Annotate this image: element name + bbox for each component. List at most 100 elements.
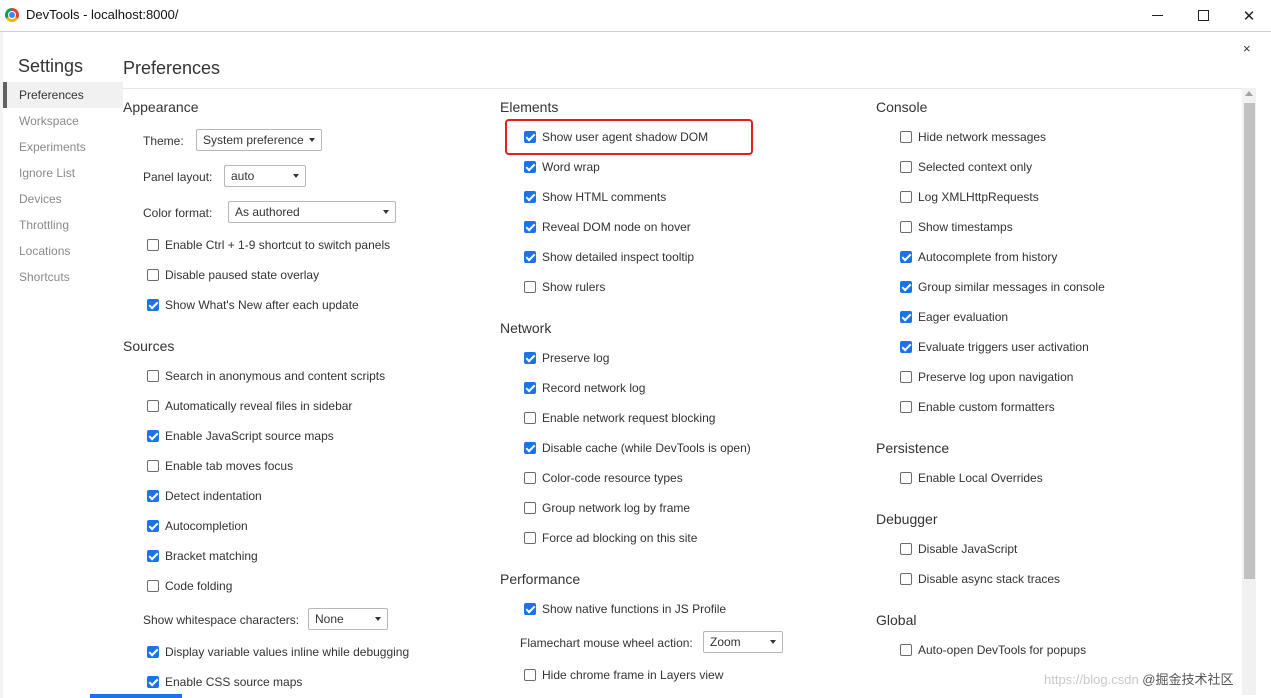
checkbox-checked[interactable] [147,676,159,688]
option-ctrl-shortcut[interactable]: Enable Ctrl + 1-9 shortcut to switch pan… [147,236,390,254]
checkbox-checked[interactable] [900,341,912,353]
option-group-similar[interactable]: Group similar messages in console [900,278,1105,296]
checkbox[interactable] [900,472,912,484]
option-user-activation[interactable]: Evaluate triggers user activation [900,338,1089,356]
checkbox[interactable] [900,191,912,203]
sidebar-item-workspace[interactable]: Workspace [3,108,123,134]
option-hide-network-messages[interactable]: Hide network messages [900,128,1046,146]
panel-layout-select[interactable]: auto [224,165,306,187]
sidebar-item-preferences[interactable]: Preferences [3,82,123,108]
option-word-wrap[interactable]: Word wrap [524,158,600,176]
option-inspect-tooltip[interactable]: Show detailed inspect tooltip [524,248,694,266]
color-format-select[interactable]: As authored [228,201,396,223]
option-preserve-log[interactable]: Preserve log [524,349,609,367]
dialog-close-button[interactable]: × [1243,41,1251,56]
option-disable-cache[interactable]: Disable cache (while DevTools is open) [524,439,751,457]
option-tab-moves-focus[interactable]: Enable tab moves focus [147,457,293,475]
checkbox[interactable] [524,502,536,514]
checkbox[interactable] [147,269,159,281]
checkbox[interactable] [524,472,536,484]
option-whats-new[interactable]: Show What's New after each update [147,296,359,314]
checkbox[interactable] [524,281,536,293]
checkbox[interactable] [900,644,912,656]
whitespace-select[interactable]: None [308,608,388,630]
option-js-source-maps[interactable]: Enable JavaScript source maps [147,427,334,445]
option-group-by-frame[interactable]: Group network log by frame [524,499,690,517]
option-reveal-files[interactable]: Automatically reveal files in sidebar [147,397,352,415]
option-custom-formatters[interactable]: Enable custom formatters [900,398,1055,416]
flamechart-select[interactable]: Zoom [703,631,783,653]
sidebar-item-throttling[interactable]: Throttling [3,212,123,238]
checkbox-checked[interactable] [147,550,159,562]
checkbox-checked[interactable] [524,442,536,454]
option-detect-indentation[interactable]: Detect indentation [147,487,262,505]
checkbox[interactable] [524,532,536,544]
option-autocompletion[interactable]: Autocompletion [147,517,248,535]
checkbox-checked[interactable] [524,221,536,233]
checkbox[interactable] [900,573,912,585]
checkbox-checked[interactable] [524,352,536,364]
checkbox[interactable] [147,239,159,251]
checkbox-checked[interactable] [147,520,159,532]
option-selected-context[interactable]: Selected context only [900,158,1032,176]
checkbox-checked[interactable] [147,299,159,311]
checkbox[interactable] [524,669,536,681]
checkbox-checked[interactable] [147,430,159,442]
option-bracket-matching[interactable]: Bracket matching [147,547,258,565]
checkbox-checked[interactable] [524,191,536,203]
option-async-stack-traces[interactable]: Disable async stack traces [900,570,1060,588]
option-native-functions[interactable]: Show native functions in JS Profile [524,600,726,618]
checkbox-checked[interactable] [147,490,159,502]
checkbox[interactable] [900,221,912,233]
scrollbar-thumb[interactable] [1244,103,1255,579]
checkbox-checked[interactable] [524,161,536,173]
checkbox[interactable] [900,371,912,383]
option-hide-chrome-frame[interactable]: Hide chrome frame in Layers view [524,666,723,684]
sidebar-item-shortcuts[interactable]: Shortcuts [3,264,123,290]
option-eager-evaluation[interactable]: Eager evaluation [900,308,1008,326]
checkbox-checked[interactable] [524,603,536,615]
option-disable-javascript[interactable]: Disable JavaScript [900,540,1017,558]
checkbox-checked[interactable] [524,382,536,394]
option-color-code-types[interactable]: Color-code resource types [524,469,683,487]
option-disable-paused-overlay[interactable]: Disable paused state overlay [147,266,319,284]
sidebar-item-locations[interactable]: Locations [3,238,123,264]
theme-select[interactable]: System preference [196,129,322,151]
checkbox[interactable] [900,401,912,413]
window-close-button[interactable]: ✕ [1226,0,1271,31]
sidebar-item-experiments[interactable]: Experiments [3,134,123,160]
checkbox[interactable] [900,543,912,555]
checkbox[interactable] [524,412,536,424]
option-show-rulers[interactable]: Show rulers [524,278,605,296]
option-local-overrides[interactable]: Enable Local Overrides [900,469,1043,487]
checkbox[interactable] [147,400,159,412]
minimize-button[interactable] [1134,0,1180,31]
option-autocomplete-history[interactable]: Autocomplete from history [900,248,1057,266]
checkbox-checked[interactable] [524,251,536,263]
sidebar-item-devices[interactable]: Devices [3,186,123,212]
option-css-source-maps[interactable]: Enable CSS source maps [147,673,302,691]
checkbox-checked[interactable] [900,311,912,323]
option-reveal-dom-node[interactable]: Reveal DOM node on hover [524,218,691,236]
checkbox-checked[interactable] [900,281,912,293]
maximize-button[interactable] [1180,0,1226,31]
option-html-comments[interactable]: Show HTML comments [524,188,666,206]
checkbox[interactable] [147,370,159,382]
option-log-xhr[interactable]: Log XMLHttpRequests [900,188,1039,206]
option-record-network-log[interactable]: Record network log [524,379,645,397]
option-code-folding[interactable]: Code folding [147,577,232,595]
option-search-anonymous[interactable]: Search in anonymous and content scripts [147,367,385,385]
sidebar-item-ignore-list[interactable]: Ignore List [3,160,123,186]
checkbox[interactable] [900,131,912,143]
option-force-ad-blocking[interactable]: Force ad blocking on this site [524,529,697,547]
option-preserve-log-navigation[interactable]: Preserve log upon navigation [900,368,1073,386]
option-inline-values[interactable]: Display variable values inline while deb… [147,643,409,661]
option-show-timestamps[interactable]: Show timestamps [900,218,1013,236]
checkbox-checked[interactable] [147,646,159,658]
checkbox[interactable] [900,161,912,173]
scroll-up-arrow-icon[interactable] [1245,91,1253,96]
checkbox[interactable] [147,460,159,472]
checkbox[interactable] [147,580,159,592]
option-request-blocking[interactable]: Enable network request blocking [524,409,715,427]
option-auto-open-popups[interactable]: Auto-open DevTools for popups [900,641,1086,659]
